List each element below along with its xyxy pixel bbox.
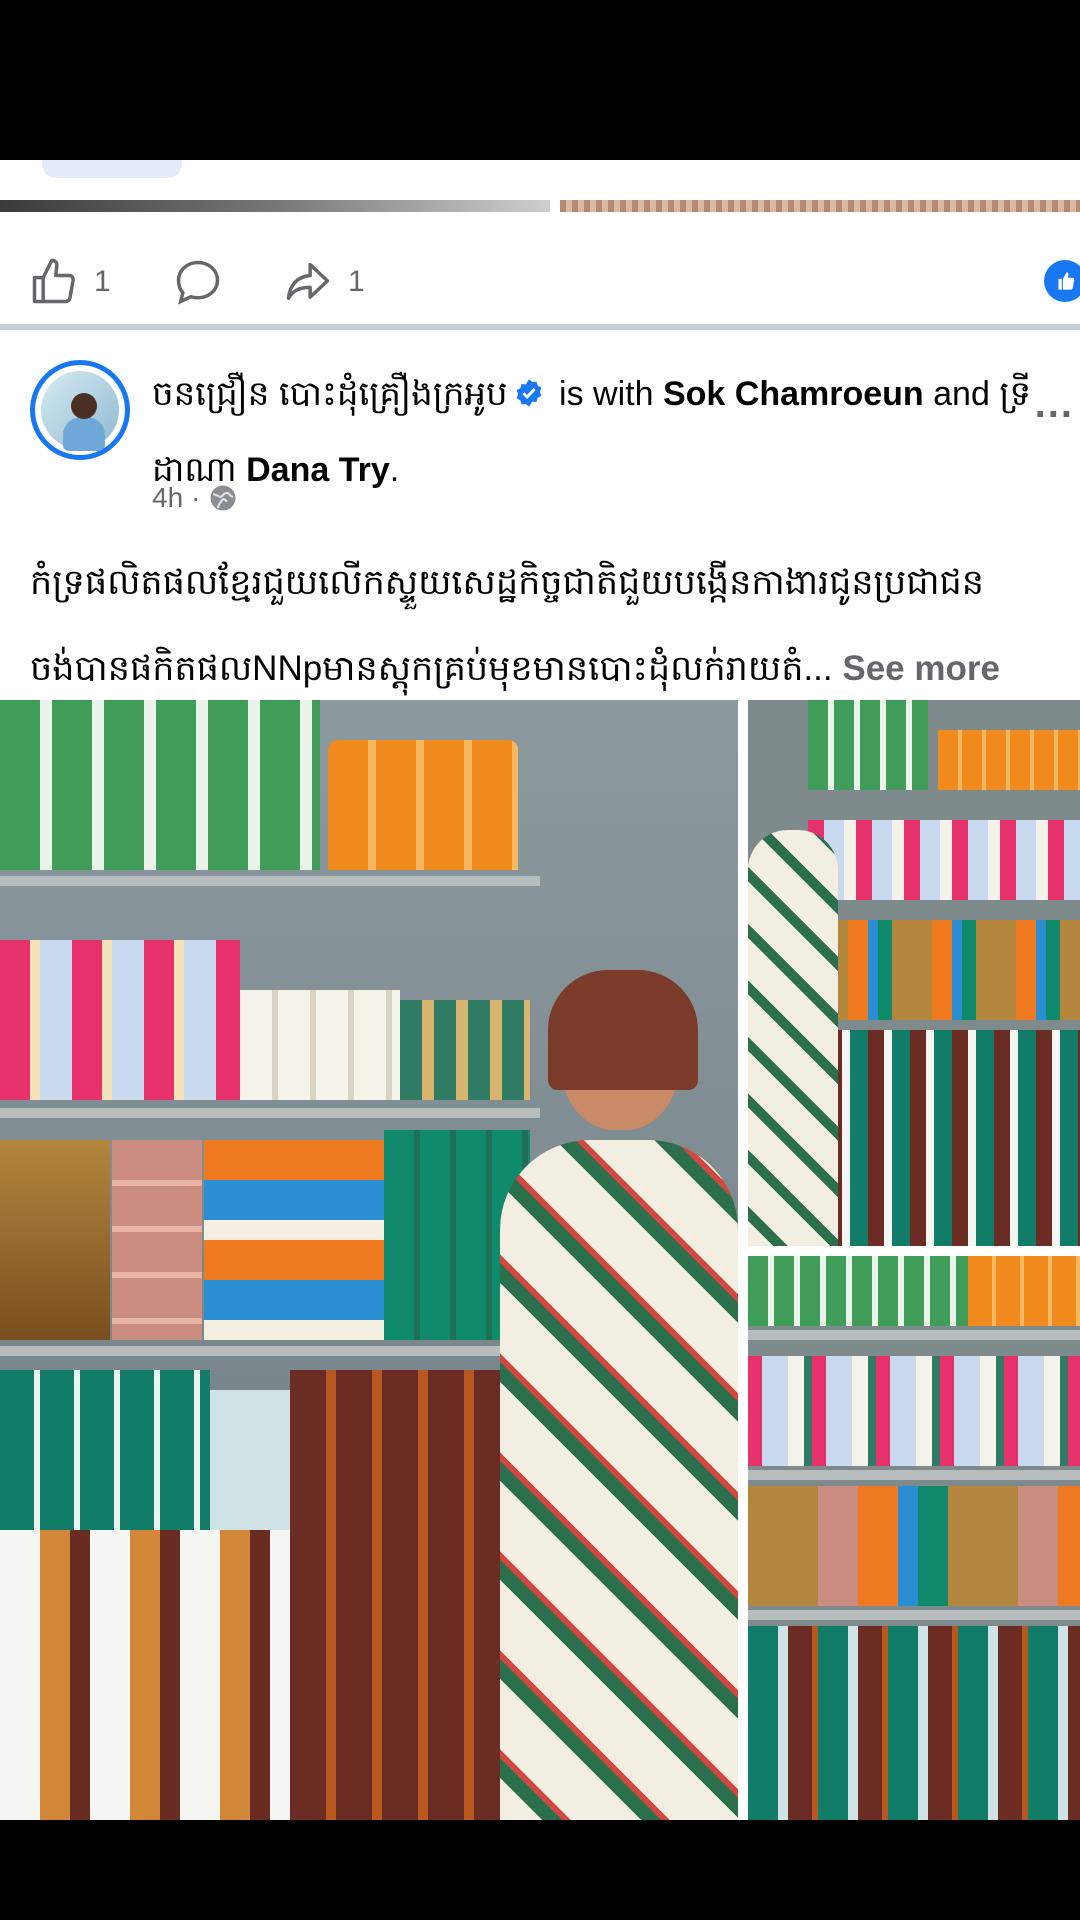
more-options-button[interactable]: ... (1035, 382, 1074, 427)
post-meta: 4h · (152, 482, 238, 514)
post-header: ចនជ្រឿន បោះដំុគ្រឿងក្រអូប is with Sok Ch… (152, 356, 1032, 508)
green-tubes (400, 1000, 530, 1100)
share-arrow-icon (286, 262, 330, 300)
previous-post-actions: 1 1 (0, 230, 1080, 330)
tagged-sok-chamroeun[interactable]: Sok Chamroeun (663, 375, 924, 413)
avatar[interactable] (30, 360, 130, 460)
woman-hair (548, 970, 698, 1090)
like-count: 1 (94, 265, 111, 298)
tagged-dana-try[interactable]: Dana Try (246, 451, 390, 489)
orange-blue-boxes (204, 1140, 384, 1340)
meta-dot: · (191, 482, 201, 513)
with-text: is with (559, 375, 654, 413)
blue-product-box (210, 1390, 290, 1530)
post-photo-3[interactable] (748, 1256, 1080, 1820)
gold-cream-boxes (0, 1140, 110, 1340)
orange-bottles (328, 740, 518, 870)
and-text: and (933, 375, 990, 413)
previous-post-pill (42, 160, 182, 178)
globe-icon (210, 485, 236, 511)
product-boxes-pink-blue (0, 940, 240, 1100)
shelf (0, 1346, 540, 1356)
share-count: 1 (348, 265, 365, 298)
post-feed: 1 1 ចនជ្រឿន បោះដំុគ្រឿងក្រអូប is with So… (0, 160, 1080, 1820)
previous-post-image-right[interactable] (560, 200, 1080, 212)
post-photo-main[interactable] (0, 700, 738, 1820)
like-reaction-badge (1044, 260, 1080, 302)
avatar-photo (41, 371, 119, 451)
verified-badge-icon (516, 379, 541, 407)
post-time[interactable]: 4h (152, 482, 183, 514)
product-boxes-green (0, 700, 320, 870)
post-caption: កំទ្រផលិតផលខ្មែរជួយលើកស្ទួយសេដ្ឋកិច្ចជាត… (30, 540, 1060, 712)
comment-bubble-icon (176, 260, 220, 305)
see-more-link[interactable]: See more (842, 649, 1000, 688)
thumbs-up-icon (32, 258, 75, 304)
woman-side-view (748, 830, 838, 1246)
author-name[interactable]: ចនជ្រឿន បោះដំុគ្រឿងក្រអូប (152, 375, 508, 413)
previous-post-image-left[interactable] (0, 200, 550, 212)
post-photo-2[interactable] (748, 700, 1080, 1246)
shelf (0, 876, 540, 886)
like-reaction-icon (1058, 272, 1075, 290)
pink-boxes (112, 1140, 202, 1340)
caption-line-2-text: ចង់បានផកិតផលNNpមានស្តុកគ្រប់មុខមានបោះដុំ… (30, 649, 833, 688)
caption-line-1: កំទ្រផលិតផលខ្មែរជួយលើកស្ទួយសេដ្ឋកិច្ចជាត… (30, 563, 984, 602)
share-button[interactable]: 1 (282, 256, 365, 308)
like-button[interactable]: 1 (28, 256, 111, 308)
end-punctuation: . (389, 451, 400, 489)
comment-button[interactable] (172, 256, 224, 308)
mixed-jars (0, 1530, 290, 1820)
teal-jars (0, 1370, 210, 1530)
white-bottles (240, 990, 400, 1100)
post-divider (0, 324, 1080, 330)
shelf (0, 1108, 540, 1118)
woman-floral-dress (500, 1140, 738, 1820)
